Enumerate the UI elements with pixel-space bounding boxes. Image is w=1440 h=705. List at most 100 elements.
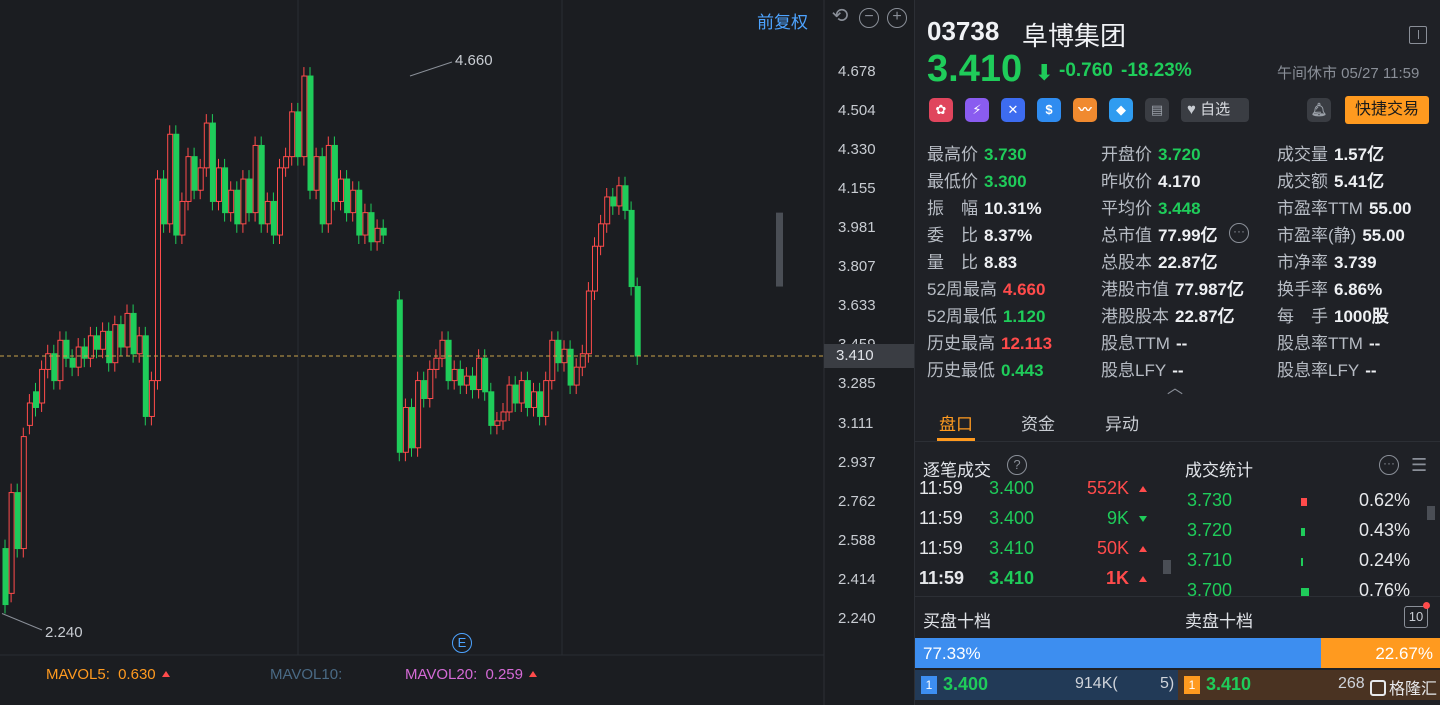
quote-label: 平均价 bbox=[1101, 199, 1152, 218]
quote-cell: 每 手 1000股 bbox=[1277, 302, 1389, 327]
quote-cell: 最高价 3.730 bbox=[927, 140, 1027, 165]
candle-body bbox=[26, 402, 33, 426]
depth-button[interactable]: 10 bbox=[1404, 606, 1428, 628]
quote-value: -- bbox=[1368, 334, 1381, 353]
quote-cell: 港股市值 77.987亿 bbox=[1101, 275, 1244, 300]
candle-body bbox=[179, 200, 186, 236]
watchlist-button[interactable]: ♥ 自选 bbox=[1181, 98, 1249, 122]
candle-body bbox=[185, 156, 192, 202]
quote-value: 10.31% bbox=[984, 199, 1042, 218]
bell-icon[interactable]: 🔔︎ bbox=[1307, 98, 1331, 122]
dollar-icon[interactable]: $ bbox=[1037, 98, 1061, 122]
quote-cell: 52周最高 4.660 bbox=[927, 275, 1045, 300]
candle-body bbox=[51, 353, 58, 382]
tab-yidong[interactable]: 异动 bbox=[1105, 410, 1139, 435]
y-tick-label: 4.155 bbox=[838, 180, 876, 198]
candle-body bbox=[112, 324, 119, 364]
stock-name: 阜博集团 bbox=[1022, 21, 1127, 51]
candle-body bbox=[362, 212, 369, 236]
shuffle-icon[interactable]: ✕ bbox=[1001, 98, 1025, 122]
watermark-icon bbox=[1370, 680, 1386, 696]
ask-level-1[interactable]: 1 3.410 268 格隆汇 bbox=[1178, 670, 1440, 700]
candlestick-chart[interactable]: 前复权 ⟲ − + 4.660 2.240 4.678 4.504 4.330 4.1… bbox=[0, 0, 914, 705]
candle-body bbox=[488, 391, 495, 426]
quote-cell: 平均价 3.448 bbox=[1101, 194, 1201, 219]
candle-body bbox=[451, 368, 458, 382]
candle-body bbox=[252, 144, 259, 214]
stats-more-icon[interactable]: ··· bbox=[1379, 455, 1399, 475]
help-icon[interactable]: ? bbox=[1007, 455, 1027, 475]
ask1-price: 3.410 bbox=[1206, 674, 1252, 694]
event-e-icon[interactable]: E bbox=[452, 633, 472, 653]
bid-level-1[interactable]: 1 3.400 914K( 5) bbox=[915, 670, 1178, 700]
stat-row: 3.720 0.43% bbox=[1185, 520, 1435, 550]
candle-body bbox=[433, 357, 440, 370]
candle-body bbox=[598, 223, 605, 247]
candle-body bbox=[106, 330, 113, 364]
candle-body bbox=[628, 209, 635, 288]
quote-value: 3.730 bbox=[984, 145, 1027, 164]
candle-body bbox=[325, 144, 332, 225]
quote-label: 股息TTM bbox=[1101, 334, 1170, 353]
quote-label: 最低价 bbox=[927, 172, 978, 191]
quote-value: 4.170 bbox=[1158, 172, 1201, 191]
candle-body bbox=[555, 339, 562, 364]
candle-body bbox=[161, 178, 168, 225]
trend-icon[interactable]: 〰 bbox=[1073, 98, 1097, 122]
list-icon[interactable]: ☰ bbox=[1411, 455, 1427, 476]
lightning-icon[interactable]: ⚡ bbox=[965, 98, 989, 122]
candle-body bbox=[634, 286, 641, 357]
quote-cell: 股息率TTM -- bbox=[1277, 329, 1380, 354]
quick-trade-button[interactable]: 快捷交易 bbox=[1345, 96, 1429, 124]
stock-code: 03738 bbox=[927, 16, 1000, 46]
trade-row: 11:59 3.410 1K bbox=[919, 568, 1159, 598]
quote-cell: 市盈率TTM 55.00 bbox=[1277, 194, 1411, 219]
note-icon[interactable]: ▤ bbox=[1145, 98, 1169, 122]
trades-scrollbar[interactable] bbox=[1163, 560, 1171, 574]
candle-body bbox=[415, 380, 422, 449]
fuquan-button[interactable]: 前复权 bbox=[757, 8, 808, 33]
tab-pankou[interactable]: 盘口 bbox=[939, 410, 973, 435]
tag-icon[interactable]: ◆ bbox=[1109, 98, 1133, 122]
candle-body bbox=[524, 380, 531, 408]
quote-value: 3.300 bbox=[984, 172, 1027, 191]
candle-body bbox=[142, 335, 149, 417]
trade-price: 3.400 bbox=[989, 478, 1035, 498]
candle-body bbox=[374, 227, 381, 243]
trade-volume: 552K bbox=[1086, 478, 1129, 498]
quote-label: 历史最低 bbox=[927, 361, 995, 380]
quote-label: 股息LFY bbox=[1101, 361, 1167, 380]
quote-cell: 总市值 77.99亿 bbox=[1101, 221, 1218, 246]
trade-row: 11:59 3.400 552K bbox=[919, 478, 1159, 508]
quote-label: 港股股本 bbox=[1101, 307, 1169, 326]
candle-body bbox=[567, 348, 574, 386]
collapse-chevron-icon[interactable]: ︿ bbox=[1167, 374, 1183, 398]
candle-body bbox=[396, 299, 403, 453]
quote-label: 股息率LFY bbox=[1277, 361, 1360, 380]
mavol20-label: MAVOL20: bbox=[405, 666, 478, 683]
stats-scrollbar[interactable] bbox=[1427, 506, 1435, 520]
candle-body bbox=[216, 167, 222, 202]
stat-pct: 0.62% bbox=[1359, 490, 1411, 510]
quote-value: 6.86% bbox=[1334, 280, 1383, 299]
candle-body bbox=[421, 380, 428, 400]
undo-icon[interactable]: ⟲ bbox=[830, 6, 850, 28]
bid-ratio-bar: 77.33% bbox=[915, 638, 1321, 668]
quote-label: 最高价 bbox=[927, 145, 978, 164]
more-icon[interactable]: ··· bbox=[1229, 223, 1249, 243]
quote-cell: 换手率 6.86% bbox=[1277, 275, 1382, 300]
candle-body bbox=[402, 406, 409, 453]
stat-price: 3.710 bbox=[1187, 550, 1233, 570]
trade-time: 11:59 bbox=[919, 508, 963, 528]
tab-zijin[interactable]: 资金 bbox=[1021, 410, 1055, 435]
candle-body bbox=[283, 156, 290, 169]
zoom-out-icon[interactable]: − bbox=[859, 8, 879, 28]
zoom-in-icon[interactable]: + bbox=[887, 8, 907, 28]
candle-body bbox=[2, 548, 9, 606]
layout-icon[interactable] bbox=[1409, 26, 1427, 44]
candle-body bbox=[380, 227, 387, 236]
candle-body bbox=[476, 357, 483, 391]
hk-flower-icon[interactable]: ✿ bbox=[929, 98, 953, 122]
quote-label: 52周最低 bbox=[927, 307, 997, 326]
trade-price: 3.410 bbox=[989, 538, 1035, 558]
